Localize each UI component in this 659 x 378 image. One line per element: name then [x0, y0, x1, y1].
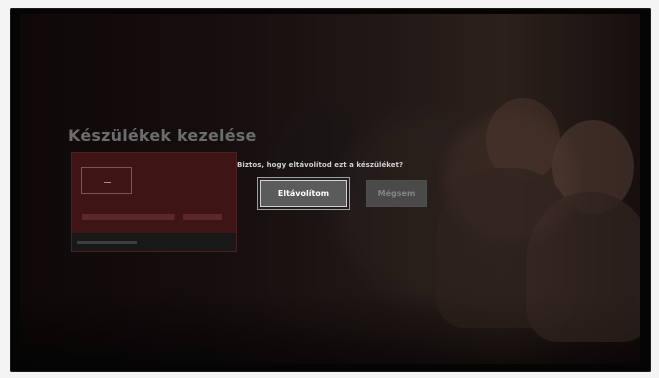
tv-photo-scene: Készülékek kezelése Biztos, hogy eltávol… [0, 0, 659, 378]
person-body-right [526, 192, 640, 342]
device-meta [82, 214, 222, 220]
device-footer-text-placeholder [77, 241, 137, 244]
device-card[interactable] [71, 152, 237, 252]
page-title: Készülékek kezelése [68, 126, 257, 145]
device-footer [72, 233, 236, 251]
cancel-button[interactable]: Mégsem [366, 180, 427, 207]
remove-device-question: Biztos, hogy eltávolítod ezt a készüléke… [237, 161, 404, 169]
tv-screen: Készülékek kezelése Biztos, hogy eltávol… [20, 14, 640, 364]
device-thumbnail [81, 167, 132, 194]
device-thumbnail-mark [104, 182, 111, 183]
remove-button[interactable]: Eltávolítom [260, 180, 347, 207]
